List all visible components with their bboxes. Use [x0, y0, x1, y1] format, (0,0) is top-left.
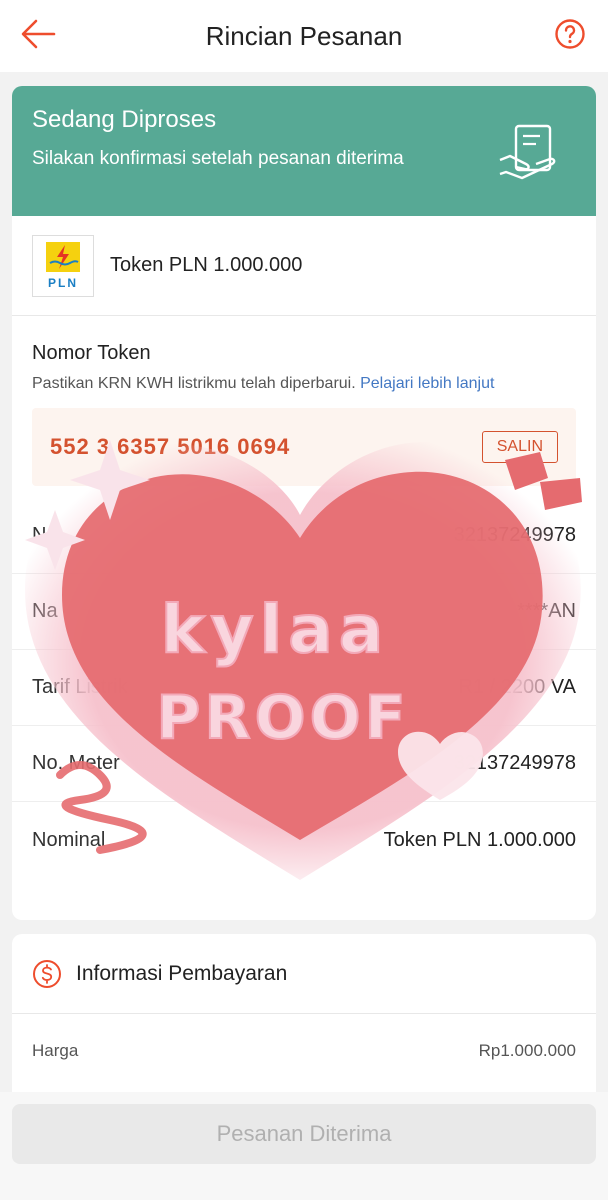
- token-section: Nomor Token Pastikan KRN KWH listrikmu t…: [12, 316, 596, 486]
- detail-row: Na ****AN: [12, 574, 596, 650]
- detail-label: Na: [32, 600, 58, 622]
- token-note: Pastikan KRN KWH listrikmu telah diperba…: [32, 373, 576, 394]
- detail-label: Nominal: [32, 828, 106, 851]
- payment-header: Informasi Pembayaran: [12, 934, 596, 1014]
- detail-row: No. Meter 32137249978: [12, 726, 596, 802]
- back-arrow-icon[interactable]: [18, 14, 58, 54]
- lightning-icon: [46, 241, 80, 272]
- bottom-bar: Pesanan Diterima: [0, 1092, 608, 1200]
- receipt-hand-icon: [499, 124, 556, 180]
- page-title: Rincian Pesanan: [205, 20, 403, 51]
- order-received-button[interactable]: Pesanan Diterima: [12, 1104, 596, 1164]
- status-title: Sedang Diproses: [32, 106, 217, 133]
- status-banner: Sedang Diproses Silakan konfirmasi setel…: [12, 86, 596, 216]
- detail-label: No. Meter: [32, 752, 120, 774]
- detail-row: Nominal Token PLN 1.000.000: [12, 802, 596, 878]
- token-box: 552 3 6357 5016 0694 SALIN: [32, 408, 576, 486]
- price-label: Harga: [32, 1041, 79, 1060]
- detail-value: 32137249978: [453, 752, 576, 774]
- product-row: PLN Token PLN 1.000.000: [12, 216, 596, 316]
- price-row: Harga Rp1.000.000: [12, 1014, 596, 1088]
- pln-logo: PLN: [32, 234, 94, 297]
- dollar-icon: [33, 959, 61, 988]
- product-name: Token PLN 1.000.000: [110, 254, 303, 276]
- pln-logo-text: PLN: [48, 275, 78, 290]
- detail-label: No: [32, 524, 58, 546]
- detail-row: No 32137249978: [12, 498, 596, 574]
- detail-value: R1 / 2200 VA: [458, 676, 576, 698]
- order-card: Sedang Diproses Silakan konfirmasi setel…: [12, 86, 596, 920]
- status-subtitle: Silakan konfirmasi setelah pesanan diter…: [32, 148, 404, 169]
- token-heading: Nomor Token: [32, 342, 151, 364]
- detail-value: 32137249978: [453, 524, 576, 546]
- payment-title: Informasi Pembayaran: [76, 961, 288, 985]
- token-number: 552 3 6357 5016 0694: [50, 434, 291, 459]
- price-value: Rp1.000.000: [478, 1041, 576, 1060]
- detail-value: Token PLN 1.000.000: [383, 828, 576, 851]
- detail-row: Tarif Listrik R1 / 2200 VA: [12, 650, 596, 726]
- learn-more-link[interactable]: Pelajari lebih lanjut: [360, 375, 494, 392]
- help-icon[interactable]: [554, 18, 586, 50]
- detail-value: ****AN: [517, 600, 576, 622]
- payment-card: Informasi Pembayaran Harga Rp1.000.000: [12, 934, 596, 1104]
- detail-list: No 32137249978 Na ****AN Tarif Listrik R…: [12, 498, 596, 878]
- copy-button[interactable]: SALIN: [481, 431, 558, 463]
- token-note-text: Pastikan KRN KWH listrikmu telah diperba…: [32, 375, 361, 392]
- detail-label: Tarif Listrik: [32, 676, 128, 698]
- app-header: Rincian Pesanan: [0, 0, 608, 72]
